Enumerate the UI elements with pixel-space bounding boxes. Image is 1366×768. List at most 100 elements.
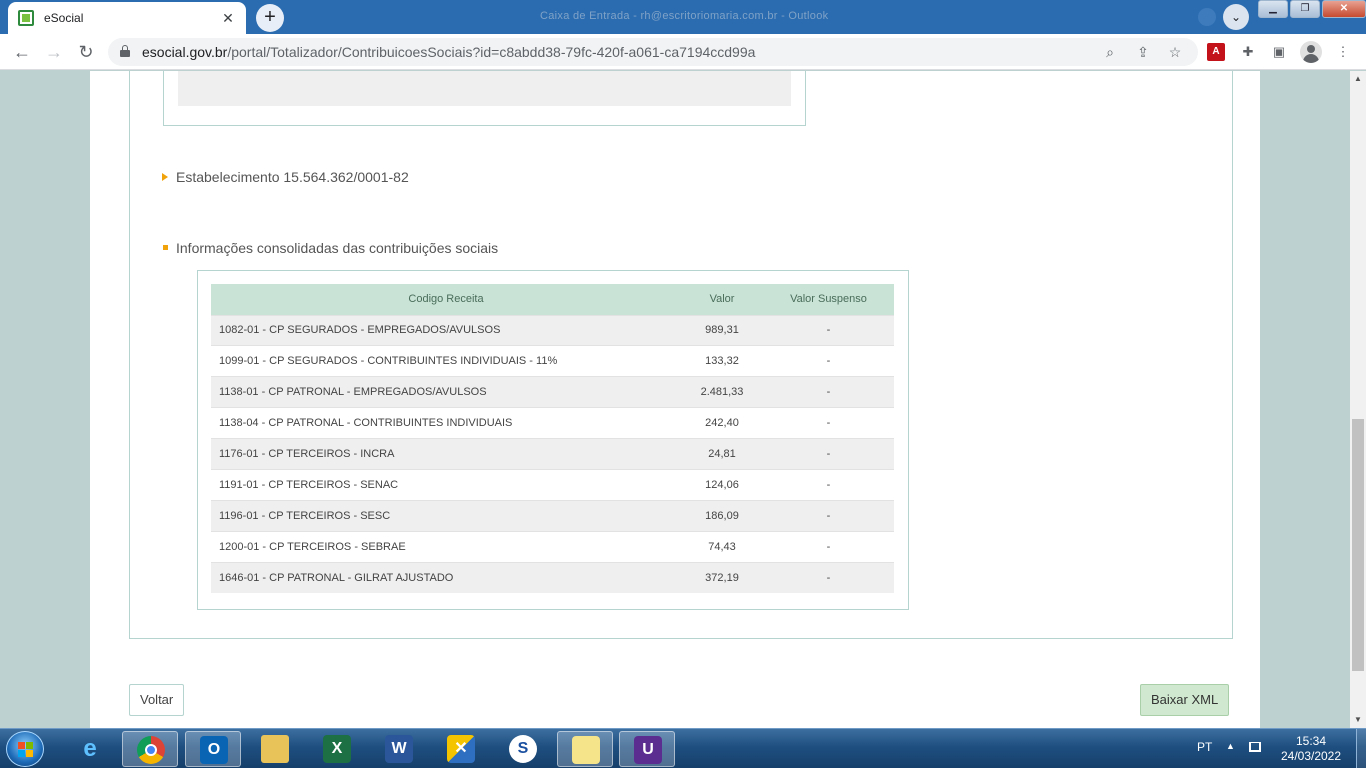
windows-taskbar: e O X W ✕ S U PT ▲ 15:34 24/03/2022: [0, 728, 1366, 768]
codigo-receita-cell: 1082-01 - CP SEGURADOS - EMPREGADOS/AVUL…: [211, 314, 681, 346]
table-row: 1176-01 - CP TERCEIROS - INCRA 24,81-: [211, 438, 894, 470]
back-arrow-icon[interactable]: ←: [10, 40, 34, 64]
table-row: 1191-01 - CP TERCEIROS - SENAC 124,06-: [211, 468, 894, 501]
table-row: 1138-01 - CP PATRONAL - EMPREGADOS/AVULS…: [211, 376, 894, 408]
expand-triangle-icon[interactable]: [162, 173, 168, 181]
taskbar-onenote[interactable]: U: [619, 731, 675, 767]
taskbar-sticky-notes[interactable]: [557, 731, 613, 767]
minimize-button[interactable]: ▁: [1258, 0, 1288, 18]
pdf-extension-icon[interactable]: A: [1207, 43, 1225, 61]
baixar-xml-button[interactable]: Baixar XML: [1140, 684, 1230, 716]
valor-suspenso-cell: -: [763, 376, 894, 408]
tab-close-icon[interactable]: ✕: [220, 10, 236, 27]
side-panel-icon[interactable]: ▣: [1270, 43, 1288, 61]
tab-title: eSocial: [44, 11, 84, 25]
extensions-puzzle-icon[interactable]: ✚: [1239, 43, 1257, 61]
table-row: 1646-01 - CP PATRONAL - GILRAT AJUSTADO 3…: [211, 561, 894, 594]
taskbar-excel[interactable]: X: [309, 731, 365, 767]
codigo-receita-cell: 1196-01 - CP TERCEIROS - SESC: [211, 499, 681, 532]
chrome-icon: [137, 736, 165, 764]
table-body: 1082-01 - CP SEGURADOS - EMPREGADOS/AVUL…: [211, 314, 894, 594]
clock-date: 24/03/2022: [1280, 749, 1342, 763]
valor-suspenso-cell: -: [763, 468, 894, 501]
receita-federal-icon: ✕: [447, 735, 475, 763]
window-title: Caixa de Entrada - rh@escritoriomaria.co…: [540, 10, 829, 22]
tray-expand-icon[interactable]: ▲: [1226, 741, 1235, 751]
taskbar-outlook[interactable]: O: [185, 731, 241, 767]
word-icon: W: [385, 735, 413, 763]
codigo-receita-cell: 1200-01 - CP TERCEIROS - SEBRAE: [211, 530, 681, 563]
zoom-icon[interactable]: ⌕: [1101, 43, 1119, 61]
start-button[interactable]: [6, 731, 44, 767]
page-content: Estabelecimento 15.564.362/0001-82 Infor…: [90, 71, 1260, 728]
network-icon[interactable]: [1249, 742, 1261, 752]
table-header-row: Codigo Receita Valor Valor Suspenso: [211, 284, 894, 315]
valor-cell: 74,43: [681, 530, 763, 563]
lock-icon: [120, 45, 130, 57]
scroll-down-arrow-icon[interactable]: ▼: [1350, 712, 1366, 728]
valor-suspenso-cell: -: [763, 561, 894, 594]
codigo-receita-cell: 1176-01 - CP TERCEIROS - INCRA: [211, 438, 681, 470]
valor-cell: 2.481,33: [681, 376, 763, 408]
maximize-button[interactable]: ❐: [1290, 0, 1320, 18]
browser-tab-esocial[interactable]: eSocial ✕: [8, 2, 246, 34]
vertical-scrollbar[interactable]: ▲ ▼: [1350, 71, 1366, 728]
windows-flag-icon: [18, 742, 34, 758]
taskbar-chrome[interactable]: [122, 731, 178, 767]
file-explorer-icon: [261, 735, 289, 763]
url-text[interactable]: esocial.gov.br/portal/Totalizador/Contri…: [142, 44, 755, 60]
url-host: esocial.gov.br: [142, 44, 228, 60]
forward-arrow-icon[interactable]: →: [42, 40, 66, 64]
table-row: 1196-01 - CP TERCEIROS - SESC 186,09-: [211, 499, 894, 532]
contributions-table-box: Codigo Receita Valor Valor Suspenso 1082…: [197, 270, 909, 610]
table-row: 1099-01 - CP SEGURADOS - CONTRIBUINTES I…: [211, 345, 894, 377]
taskbar-receita-federal[interactable]: ✕: [433, 731, 489, 767]
scroll-up-arrow-icon[interactable]: ▲: [1350, 71, 1366, 87]
reload-icon[interactable]: ↻: [74, 40, 98, 64]
excel-icon: X: [323, 735, 351, 763]
taskbar-word[interactable]: W: [371, 731, 427, 767]
valor-cell: 186,09: [681, 499, 763, 532]
window-status-icon: [1198, 8, 1216, 26]
sefaz-icon: S: [509, 735, 537, 763]
valor-cell: 242,40: [681, 407, 763, 439]
bookmark-star-icon[interactable]: ☆: [1166, 43, 1184, 61]
browser-toolbar: ← → ↻ esocial.gov.br/portal/Totalizador/…: [0, 34, 1366, 70]
scroll-thumb[interactable]: [1352, 419, 1364, 671]
table-row: 1138-04 - CP PATRONAL - CONTRIBUINTES IN…: [211, 407, 894, 439]
valor-suspenso-cell: -: [763, 345, 894, 377]
valor-cell: 24,81: [681, 438, 763, 470]
codigo-receita-cell: 1138-04 - CP PATRONAL - CONTRIBUINTES IN…: [211, 407, 681, 439]
taskbar-sefaz[interactable]: S: [495, 731, 551, 767]
valor-suspenso-cell: -: [763, 499, 894, 532]
voltar-button[interactable]: Voltar: [129, 684, 185, 716]
codigo-receita-cell: 1646-01 - CP PATRONAL - GILRAT AJUSTADO: [211, 561, 681, 594]
tab-search-chevron-down-icon[interactable]: ⌄: [1223, 4, 1249, 30]
codigo-receita-cell: 1099-01 - CP SEGURADOS - CONTRIBUINTES I…: [211, 345, 681, 377]
esocial-favicon-icon: [18, 10, 34, 26]
header-valor-suspenso: Valor Suspenso: [763, 284, 894, 315]
clock-time: 15:34: [1295, 734, 1327, 748]
taskbar-file-explorer[interactable]: [247, 731, 303, 767]
language-indicator[interactable]: PT: [1197, 740, 1212, 754]
window-close-button[interactable]: ✕: [1322, 0, 1366, 18]
outlook-icon: O: [200, 736, 228, 764]
taskbar-ie[interactable]: e: [62, 731, 118, 767]
browser-titlebar: eSocial ✕ + Caixa de Entrada - rh@escrit…: [0, 0, 1366, 34]
internet-explorer-icon: e: [83, 735, 97, 762]
address-bar[interactable]: esocial.gov.br/portal/Totalizador/Contri…: [108, 38, 1198, 66]
valor-cell: 989,31: [681, 314, 763, 346]
share-icon[interactable]: ⇪: [1134, 43, 1152, 61]
valor-suspenso-cell: -: [763, 438, 894, 470]
onenote-icon: U: [634, 736, 662, 764]
window-controls: ▁ ❐ ✕: [1256, 0, 1366, 20]
system-clock[interactable]: 15:34 24/03/2022: [1276, 734, 1346, 764]
estabelecimento-toggle[interactable]: Estabelecimento 15.564.362/0001-82: [176, 169, 409, 185]
menu-icon[interactable]: ⋮: [1334, 43, 1352, 61]
show-desktop-button[interactable]: [1356, 729, 1366, 768]
new-tab-button[interactable]: +: [256, 4, 284, 32]
url-path: /portal/Totalizador/ContribuicoesSociais…: [227, 44, 756, 60]
valor-cell: 133,32: [681, 345, 763, 377]
codigo-receita-cell: 1138-01 - CP PATRONAL - EMPREGADOS/AVULS…: [211, 376, 681, 408]
profile-icon[interactable]: [1300, 41, 1322, 63]
